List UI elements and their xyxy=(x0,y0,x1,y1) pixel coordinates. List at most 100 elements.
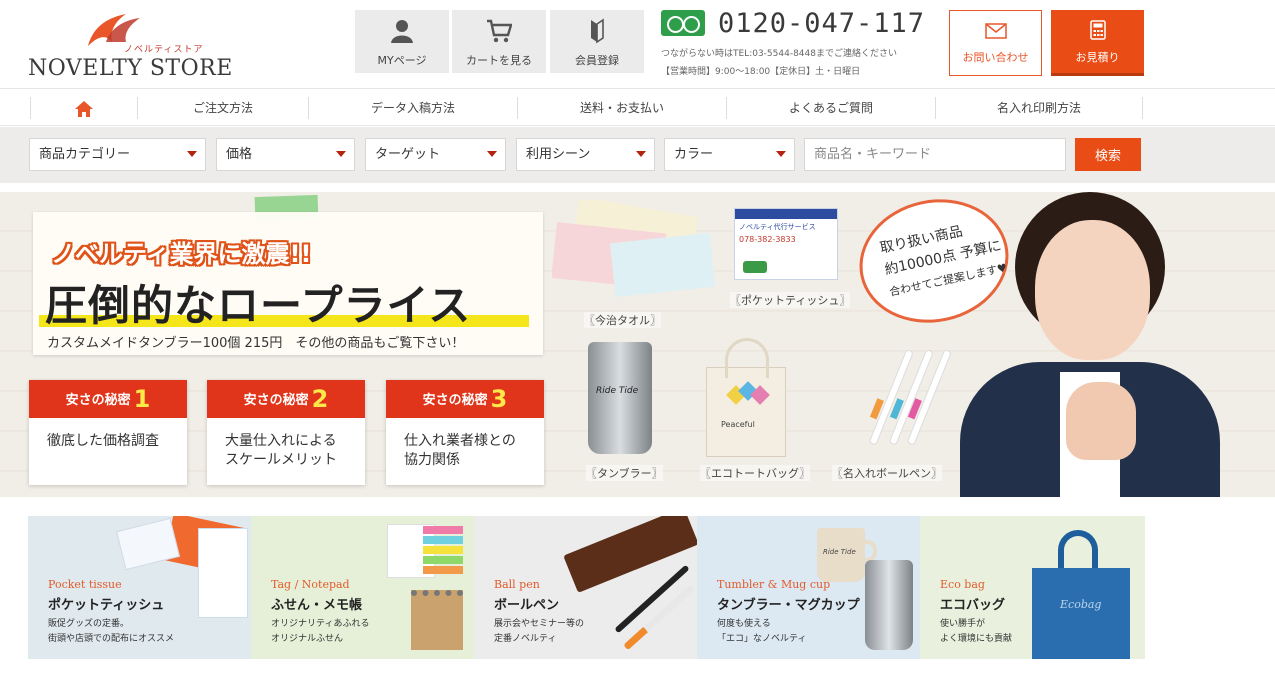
eco-bag-handle xyxy=(1058,530,1098,570)
mypage-button[interactable]: MYページ xyxy=(355,10,449,73)
sticky-tab-green xyxy=(423,556,463,564)
search-button[interactable]: 検索 xyxy=(1075,138,1141,171)
tile-en-title: Pocket tissue xyxy=(48,578,122,591)
phone-number[interactable]: 0120-047-117 xyxy=(718,8,925,39)
target-select[interactable]: ターゲット xyxy=(365,138,506,171)
secret-heading-text: 安さの秘密 xyxy=(422,393,488,408)
contact-button[interactable]: お問い合わせ xyxy=(949,10,1042,76)
secret-heading-text: 安さの秘密 xyxy=(243,393,309,408)
mug-print: Ride Tide xyxy=(823,548,856,556)
thumbs-up-hand xyxy=(1066,382,1136,460)
register-label: 会員登録 xyxy=(575,54,619,67)
price-select[interactable]: 価格 xyxy=(216,138,355,171)
secret-heading: 安さの秘密 3 xyxy=(386,380,544,418)
cart-button[interactable]: カートを見る xyxy=(452,10,546,73)
tile-ballpen[interactable]: Ball pen ボールペン 展示会やセミナー等の 定番ノベルティ xyxy=(474,516,697,659)
speech-text: 取り扱い商品 約10000点 予算に 合わせてご提案します♥ xyxy=(878,213,1009,303)
chevron-down-icon xyxy=(487,151,497,157)
home-icon xyxy=(75,100,93,117)
tote-label: 〖エコトートバッグ〗 xyxy=(700,465,810,481)
secret-heading-text: 安さの秘密 xyxy=(65,393,131,408)
nav-item-data[interactable]: データ入稿方法 xyxy=(308,97,517,119)
phone-note: つながらない時はTEL:03-5544-8448までご連絡ください xyxy=(661,49,897,59)
nav-item-printing[interactable]: 名入れ印刷方法 xyxy=(935,97,1143,119)
eco-bag-print: Ecobag xyxy=(1060,598,1102,611)
site-logo[interactable]: ノベルティストア NOVELTY STORE xyxy=(28,12,232,81)
tile-tumbler[interactable]: Ride Tide Tumbler & Mug cup タンブラー・マグカップ … xyxy=(697,516,920,659)
secret-number: 2 xyxy=(311,385,329,413)
chevron-down-icon xyxy=(336,151,346,157)
global-nav: ご注文方法 データ入稿方法 送料・お支払い よくあるご質問 名入れ印刷方法 xyxy=(0,88,1275,126)
secret-text: 徹底した価格調査 xyxy=(47,433,159,449)
target-select-value: ターゲット xyxy=(375,147,441,162)
nav-home[interactable] xyxy=(30,97,137,119)
tote-bag-image: Peaceful xyxy=(706,338,786,457)
tissue-insert-image xyxy=(198,528,248,618)
tile-en-title: Tag / Notepad xyxy=(271,578,350,591)
nav-item-shipping[interactable]: 送料・お支払い xyxy=(517,97,726,119)
tile-title: ポケットティッシュ xyxy=(48,598,165,613)
tile-en-title: Ball pen xyxy=(494,578,540,591)
mug-image: Ride Tide xyxy=(817,528,865,582)
calculator-icon xyxy=(1089,20,1106,40)
business-hours: 【営業時間】9:00〜18:00【定休日】土・日曜日 xyxy=(661,67,861,77)
tote-print: Peaceful xyxy=(721,420,755,429)
tile-title: エコバッグ xyxy=(940,598,1006,613)
category-select[interactable]: 商品カテゴリー xyxy=(29,138,206,171)
tissue-image: ノベルティ代行サービス 078-382-3833 xyxy=(734,208,838,280)
tissue-phone: 078-382-3833 xyxy=(739,235,796,244)
quote-button[interactable]: お見積り xyxy=(1051,10,1144,76)
ballpen-image xyxy=(869,350,951,445)
tile-sticky-notes[interactable]: Tag / Notepad ふせん・メモ帳 オリジナリティあふれる オリジナルふ… xyxy=(251,516,474,659)
color-select[interactable]: カラー xyxy=(664,138,795,171)
tissue-label: 〖ポケットティッシュ〗 xyxy=(730,292,851,308)
site-header: ノベルティストア NOVELTY STORE MYページ カートを見る 会員登録… xyxy=(0,0,1275,88)
tile-eco-bag[interactable]: Ecobag Eco bag エコバッグ 使い勝手が よく環境にも貢献 xyxy=(920,516,1145,659)
tumbler-print: Ride Tide xyxy=(596,386,639,396)
secret-heading: 安さの秘密 2 xyxy=(207,380,365,418)
tile-description: オリジナリティあふれる オリジナルふせん xyxy=(271,619,370,644)
secret-card-1: 安さの秘密 1 徹底した価格調査 xyxy=(29,380,187,485)
tile-title: ふせん・メモ帳 xyxy=(271,598,363,613)
nav-item-order[interactable]: ご注文方法 xyxy=(137,97,308,119)
promo-card: ノベルティ業界に激震!! 圧倒的なロープライス カスタムメイドタンブラー100個… xyxy=(33,212,543,355)
tile-description: 展示会やセミナー等の 定番ノベルティ xyxy=(494,619,585,644)
secret-text: 大量仕入れによる スケールメリット xyxy=(225,433,337,468)
cart-icon xyxy=(487,19,512,43)
chevron-down-icon xyxy=(636,151,646,157)
chevron-down-icon xyxy=(776,151,786,157)
tile-pocket-tissue[interactable]: Pocket tissue ポケットティッシュ 販促グッズの定番。 街頭や店頭で… xyxy=(28,516,251,659)
tile-description: 販促グッズの定番。 街頭や店頭での配布にオススメ xyxy=(48,619,175,644)
towel-label: 〖今治タオル〗 xyxy=(584,312,661,328)
towel-image xyxy=(552,200,716,298)
bookmark-icon xyxy=(591,18,604,44)
logo-wordmark: NOVELTY STORE xyxy=(28,56,233,81)
register-button[interactable]: 会員登録 xyxy=(550,10,644,73)
promo-headline: ノベルティ業界に激震!! xyxy=(51,240,312,268)
tumbler-image: Ride Tide xyxy=(588,342,652,454)
color-select-value: カラー xyxy=(674,147,714,162)
secret-heading: 安さの秘密 1 xyxy=(29,380,187,418)
secret-number: 1 xyxy=(133,385,151,413)
sticky-tab-pink xyxy=(423,526,463,534)
logo-subtitle: ノベルティストア xyxy=(124,45,204,55)
scene-select[interactable]: 利用シーン xyxy=(516,138,655,171)
person-face xyxy=(1035,220,1150,360)
sticky-tab-orange xyxy=(423,566,463,574)
tumbler-label: 〖タンブラー〗 xyxy=(586,465,663,481)
tile-description: 何度も使える 「エコ」なノベルティ xyxy=(717,619,807,644)
promo-subtext: カスタムメイドタンブラー100個 215円 その他の商品もご覧下さい！ xyxy=(47,336,465,351)
keyword-input[interactable] xyxy=(804,138,1066,171)
sticky-tab-yellow xyxy=(423,546,463,554)
kraft-notepad-image xyxy=(411,590,463,650)
freedial-icon xyxy=(661,10,705,36)
category-tiles: Pocket tissue ポケットティッシュ 販促グッズの定番。 街頭や店頭で… xyxy=(28,516,1145,659)
hero-banner[interactable]: ノベルティ業界に激震!! 圧倒的なロープライス カスタムメイドタンブラー100個… xyxy=(0,192,1275,497)
nav-item-faq[interactable]: よくあるご質問 xyxy=(726,97,935,119)
search-bar: 商品カテゴリー 価格 ターゲット 利用シーン カラー 検索 xyxy=(0,127,1275,183)
secret-number: 3 xyxy=(490,385,508,413)
speech-bubble: 取り扱い商品 約10000点 予算に 合わせてご提案します♥ xyxy=(847,192,1021,337)
tissue-brand: ノベルティ代行サービス xyxy=(739,223,816,231)
category-select-value: 商品カテゴリー xyxy=(39,147,131,162)
chevron-down-icon xyxy=(187,151,197,157)
